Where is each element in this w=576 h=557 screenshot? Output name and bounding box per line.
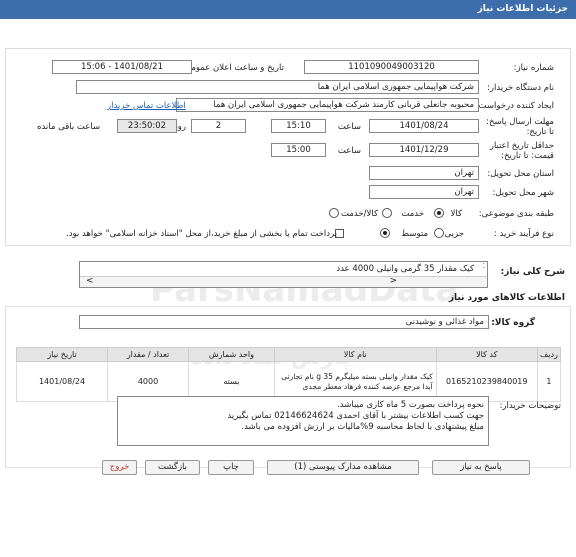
category-service-label: خدمت bbox=[401, 209, 424, 219]
process-label: نوع فرآیند خرید : bbox=[493, 229, 554, 239]
province-field: تهران bbox=[369, 166, 479, 180]
deadline-label: مهلت ارسال پاسخ: تا تاریخ: bbox=[486, 117, 554, 137]
col-date: تاریخ نیاز bbox=[15, 347, 109, 362]
notes-line: نحوه پرداخت بصورت 5 ماه کاری میباشد. bbox=[337, 400, 484, 410]
payment-note: پرداخت تمام یا بخشی از مبلغ خرید،از محل … bbox=[66, 229, 338, 239]
need-number-label: شماره نیاز: bbox=[513, 63, 554, 73]
group-label: گروه کالا: bbox=[491, 318, 535, 328]
col-code: کد کالا bbox=[435, 347, 538, 362]
days-field: 2 bbox=[191, 119, 246, 133]
deadline-time-field: 15:10 bbox=[271, 119, 326, 133]
validity-time-label: ساعت bbox=[337, 146, 361, 156]
category-goods-radio[interactable] bbox=[434, 208, 444, 218]
goods-section-title: اطلاعات کالاهای مورد نیاز bbox=[448, 293, 565, 303]
validity-label: حداقل تاریخ اعتبار قیمت: تا تاریخ: bbox=[489, 141, 554, 161]
deadline-time-label: ساعت bbox=[337, 122, 361, 132]
col-unit: واحد شمارش bbox=[187, 347, 275, 362]
need-number-field: 1101090049003120 bbox=[304, 60, 479, 74]
remaining-time-field: 23:50:02 bbox=[117, 119, 177, 133]
scroll-left-icon[interactable]: > bbox=[86, 276, 94, 286]
reply-button[interactable]: پاسخ به نیاز bbox=[432, 460, 530, 475]
page-title: جزئیات اطلاعات نیاز bbox=[477, 4, 568, 14]
cell-date: 1401/08/24 bbox=[15, 361, 109, 402]
process-medium-radio[interactable] bbox=[380, 228, 390, 238]
category-both-radio[interactable] bbox=[329, 208, 339, 218]
city-field: تهران bbox=[369, 185, 479, 199]
remaining-label: ساعت باقی مانده bbox=[37, 122, 101, 132]
process-partial-label: جزیی bbox=[444, 229, 464, 239]
category-both-label: کالا/خدمت bbox=[341, 209, 378, 219]
summary-box[interactable]: کیک مقدار 35 گرمی وانیلی 4000 عدد ⁚ > < bbox=[79, 261, 488, 288]
back-button[interactable]: بازگشت bbox=[145, 460, 200, 475]
summary-label: شرح کلی نیاز: bbox=[500, 267, 565, 277]
process-partial-radio[interactable] bbox=[434, 228, 444, 238]
group-field: مواد غذائی و نوشیدنی bbox=[79, 315, 489, 329]
notes-box: نحوه پرداخت بصورت 5 ماه کاری میباشد. جهت… bbox=[117, 396, 489, 446]
summary-text: کیک مقدار 35 گرمی وانیلی 4000 عدد bbox=[336, 264, 474, 274]
resize-icon: ⁚ bbox=[482, 262, 485, 270]
buyer-field: شرکت هواپیمایی جمهوری اسلامی ایران هما bbox=[76, 80, 479, 94]
col-qty: تعداد / مقدار bbox=[107, 347, 189, 362]
validity-time-field: 15:00 bbox=[271, 143, 326, 157]
scroll-right-icon[interactable]: < bbox=[389, 276, 397, 286]
creator-label: ایجاد کننده درخواست: bbox=[475, 101, 554, 111]
col-name: نام کالا bbox=[273, 347, 437, 362]
announce-field: 1401/08/21 - 15:06 bbox=[52, 60, 192, 74]
notes-line: جهت کسب اطلاعات بیشتر با آقای احمدی 0214… bbox=[227, 411, 484, 421]
notes-line: مبلغ پیشنهادی با لحاظ محاسبه 9%مالیات بر… bbox=[241, 422, 484, 432]
exit-button[interactable]: خروج bbox=[102, 460, 137, 475]
contact-link[interactable]: اطلاعات تماس خریدار bbox=[107, 101, 186, 111]
buyer-label: نام دستگاه خریدار: bbox=[487, 83, 554, 93]
category-goods-label: کالا bbox=[450, 209, 462, 219]
cell-row: 1 bbox=[536, 361, 562, 402]
announce-label: تاریخ و ساعت اعلان عمومی: bbox=[181, 63, 284, 73]
validity-date-field: 1401/12/29 bbox=[369, 143, 479, 157]
deadline-date-field: 1401/08/24 bbox=[369, 119, 479, 133]
page-header: جزئیات اطلاعات نیاز bbox=[0, 0, 576, 19]
goods-table-header: ردیف کد کالا نام کالا واحد شمارش تعداد /… bbox=[15, 347, 562, 362]
col-row: ردیف bbox=[536, 347, 562, 362]
category-label: طبقه بندی موضوعی: bbox=[478, 209, 554, 219]
creator-field: محبوبه جانعلی قربانی کارمند شرکت هواپیما… bbox=[176, 98, 479, 112]
province-label: استان محل تحویل: bbox=[487, 169, 554, 179]
notes-label: توضیحات خریدار: bbox=[499, 401, 561, 411]
goods-table: ردیف کد کالا نام کالا واحد شمارش تعداد /… bbox=[15, 347, 562, 402]
category-service-radio[interactable] bbox=[382, 208, 392, 218]
process-medium-label: متوسط bbox=[401, 229, 428, 239]
summary-scrollbar[interactable]: > < bbox=[80, 276, 487, 287]
print-button[interactable]: چاپ bbox=[208, 460, 254, 475]
city-label: شهر محل تحویل: bbox=[492, 188, 554, 198]
attachments-button[interactable]: مشاهده مدارک پیوستی (1) bbox=[267, 460, 419, 475]
